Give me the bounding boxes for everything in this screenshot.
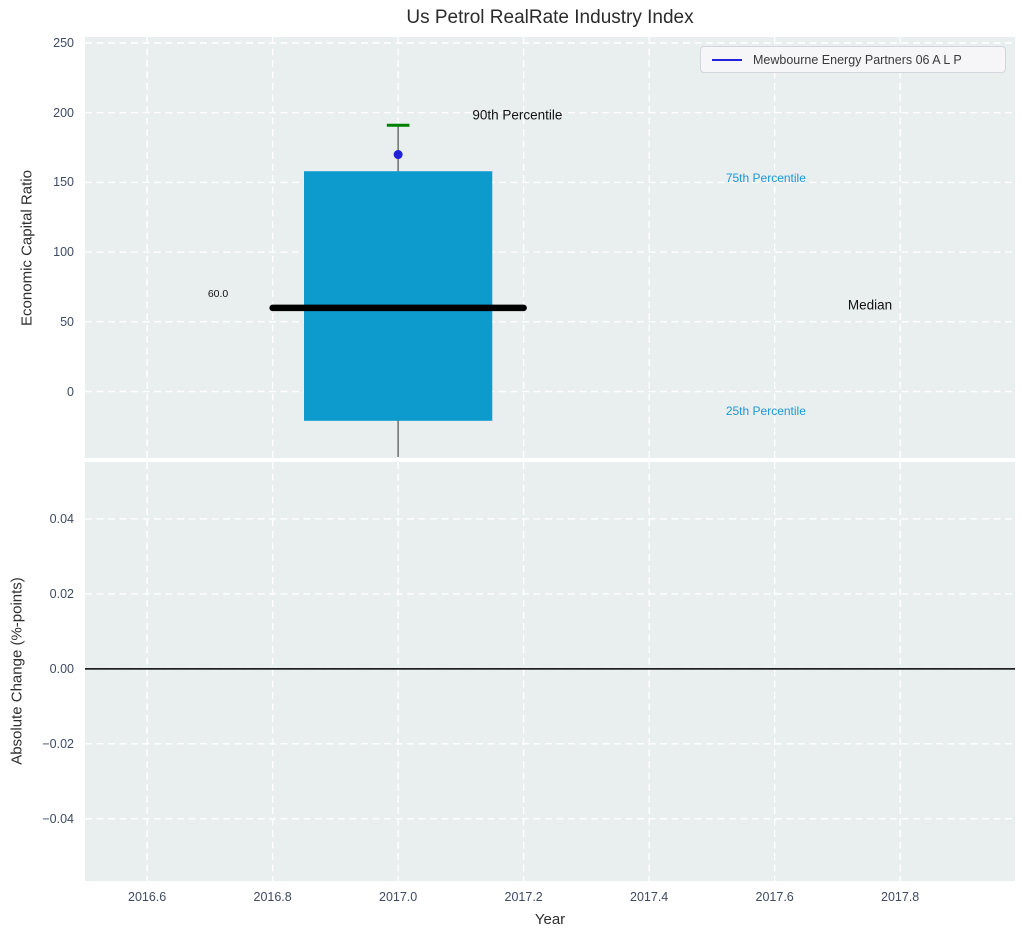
- company-point: [393, 150, 403, 160]
- legend: Mewbourne Energy Partners 06 A L P: [700, 46, 1006, 73]
- bottom-y-tick-label: −0.04: [42, 811, 74, 826]
- annotation: 90th Percentile: [472, 107, 563, 123]
- bottom-y-tick-label: −0.02: [42, 736, 74, 751]
- top-y-tick-label: 150: [53, 175, 74, 190]
- legend-label: Mewbourne Energy Partners 06 A L P: [753, 52, 962, 67]
- x-tick-label: 2016.8: [253, 890, 292, 904]
- x-axis-label: Year: [534, 911, 566, 928]
- chart-title: Us Petrol RealRate Industry Index: [406, 7, 694, 28]
- x-tick-label: 2017.4: [630, 890, 669, 904]
- figure: Us Petrol RealRate Industry Index Econom…: [0, 0, 1025, 940]
- x-tick-label: 2017.8: [881, 890, 920, 904]
- chart-canvas: [85, 37, 1015, 881]
- legend-line-icon: [712, 58, 742, 61]
- top-plot-area: [85, 37, 1015, 458]
- top-y-tick-label: 0: [67, 384, 74, 399]
- iqr-box: [304, 171, 493, 421]
- annotation: 75th Percentile: [725, 171, 806, 186]
- bottom-y-tick-label: 0.04: [49, 511, 74, 526]
- bottom-y-tick-label: 0.02: [49, 586, 74, 601]
- annotation: Median: [847, 297, 893, 313]
- bottom-y-tick-label: 0.00: [49, 661, 74, 676]
- top-y-tick-label: 100: [53, 245, 74, 260]
- annotation: 60.0: [207, 287, 229, 300]
- top-y-tick-label: 50: [60, 314, 74, 329]
- x-tick-label: 2017.2: [504, 890, 543, 904]
- top-y-tick-label: 200: [53, 105, 74, 120]
- top-y-tick-label: 250: [53, 35, 74, 50]
- x-tick-label: 2017.6: [755, 890, 794, 904]
- x-tick-label: 2017.0: [379, 890, 418, 904]
- annotation: 25th Percentile: [725, 404, 806, 419]
- x-tick-label: 2016.6: [128, 890, 167, 904]
